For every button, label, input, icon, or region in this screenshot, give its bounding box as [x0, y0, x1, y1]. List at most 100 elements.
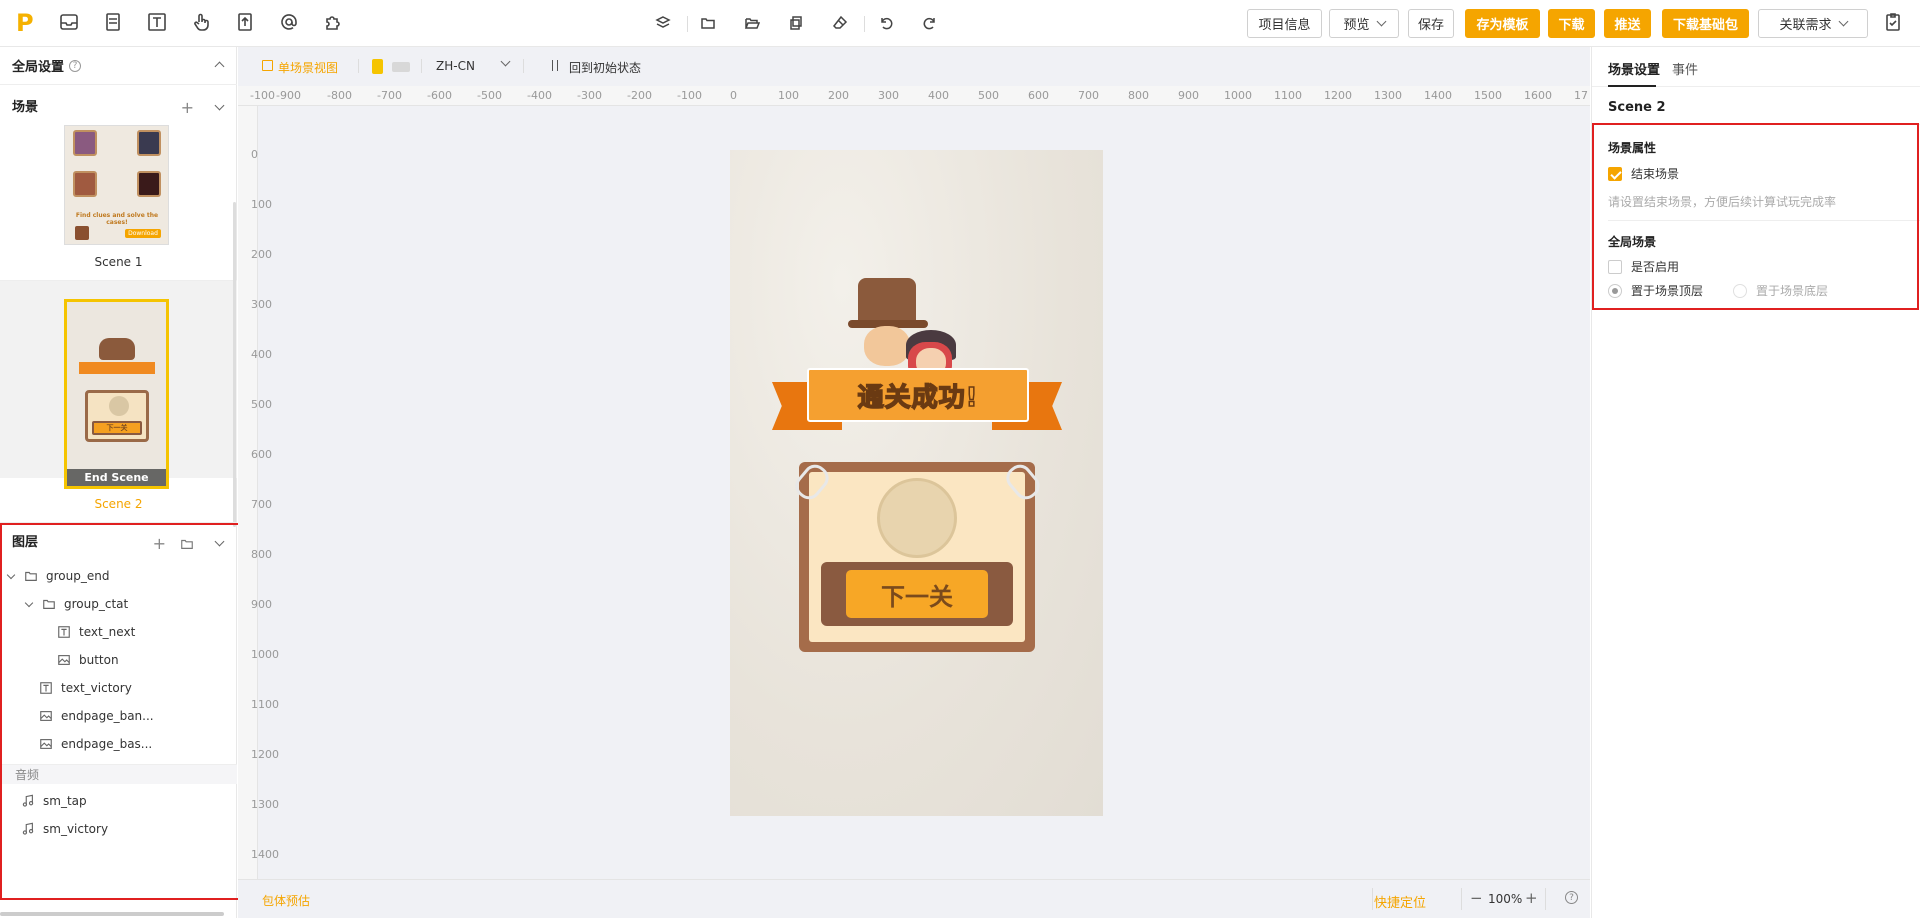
push-button[interactable]: 推送: [1604, 9, 1651, 38]
ruler-tick: -500: [477, 89, 502, 102]
color-swatch-yellow[interactable]: [372, 59, 383, 74]
divider: [1545, 888, 1546, 910]
left-panel: 全局设置 ? 场景 + Find clues and solve the cas…: [0, 47, 241, 918]
scenes-scrollbar[interactable]: [233, 202, 236, 527]
upload-file-icon[interactable]: [235, 12, 257, 34]
copy-icon[interactable]: [788, 15, 804, 31]
ruler-tick: 1200: [251, 748, 279, 761]
chevron-down-icon[interactable]: [500, 56, 511, 67]
character-card-image: [137, 130, 161, 156]
reset-state-button[interactable]: 回到初始状态: [569, 59, 641, 76]
boy-hat: [858, 278, 916, 326]
card-inner: 下一关: [809, 472, 1025, 642]
active-tab-underline: [1608, 85, 1656, 87]
eraser-icon[interactable]: [832, 15, 848, 31]
ruler-tick: -600: [427, 89, 452, 102]
project-info-button[interactable]: 项目信息: [1247, 9, 1322, 38]
ruler-tick: 1300: [1374, 89, 1402, 102]
chevron-up-icon[interactable]: [214, 61, 225, 72]
ruler-tick: 300: [878, 89, 899, 102]
ruler-tick: 500: [978, 89, 999, 102]
thumb-caption: Find clues and solve the cases!: [75, 212, 159, 226]
ruler-tick: 1600: [1524, 89, 1552, 102]
ruler-tick: 600: [1028, 89, 1049, 102]
add-scene-icon[interactable]: +: [181, 98, 194, 117]
touch-icon[interactable]: [191, 12, 213, 34]
divider: [1372, 888, 1373, 910]
ruler-tick: 100: [251, 198, 272, 211]
ruler-tick: 800: [251, 548, 272, 561]
characters-image: [99, 338, 135, 360]
layers-icon[interactable]: [655, 15, 671, 31]
ruler-tick: -300: [577, 89, 602, 102]
victory-banner: [79, 362, 155, 374]
download-button[interactable]: 下载: [1548, 9, 1595, 38]
scene1-label[interactable]: Scene 1: [0, 255, 237, 269]
ruler-tick: 200: [828, 89, 849, 102]
folder-icon[interactable]: [700, 15, 716, 31]
ruler-tick: 1000: [251, 648, 279, 661]
layout-icon[interactable]: [103, 12, 125, 34]
divider: [1461, 888, 1462, 910]
help-icon[interactable]: ?: [1565, 891, 1578, 904]
ruler-tick: 1000: [1224, 89, 1252, 102]
save-button[interactable]: 保存: [1408, 9, 1454, 38]
checklist-icon[interactable]: [1883, 12, 1905, 34]
quick-locate-button[interactable]: 快捷定位: [1374, 892, 1426, 911]
victory-banner: 通关成功!: [807, 368, 1029, 422]
text-tool-icon[interactable]: [147, 12, 169, 34]
ruler-tick: 1100: [1274, 89, 1302, 102]
tab-scene-settings[interactable]: 场景设置: [1608, 59, 1660, 78]
ruler-tick: -800: [327, 89, 352, 102]
ruler-tick: 1400: [1424, 89, 1452, 102]
tab-events[interactable]: 事件: [1672, 59, 1698, 78]
zoom-out-button[interactable]: −: [1470, 889, 1483, 907]
at-icon[interactable]: [279, 12, 301, 34]
scene2-label[interactable]: Scene 2: [0, 497, 237, 511]
save-template-button[interactable]: 存为模板: [1465, 9, 1540, 38]
ruler-tick: 1300: [251, 798, 279, 811]
next-button-frame: 下一关: [821, 562, 1013, 626]
ruler-tick: -200: [627, 89, 652, 102]
folder-open-icon[interactable]: [744, 15, 761, 31]
single-scene-view-tab[interactable]: 单场景视图: [278, 59, 338, 76]
next-level-button[interactable]: 下一关: [846, 570, 988, 618]
canvas-bottom-bar: 包体预估 快捷定位 − 100% + ?: [238, 879, 1590, 918]
zoom-in-button[interactable]: +: [1525, 889, 1538, 907]
next-level-text: 下一关: [881, 582, 953, 611]
ruler-tick: 700: [1078, 89, 1099, 102]
divider: [421, 59, 422, 73]
global-settings-header[interactable]: 全局设置 ?: [0, 47, 237, 85]
undo-icon[interactable]: [878, 15, 894, 31]
ruler-tick: -400: [527, 89, 552, 102]
thumb-next-button: 下一关: [94, 423, 140, 433]
language-select[interactable]: ZH-CN: [436, 59, 475, 73]
character-card-image: [73, 130, 97, 156]
scenes-header: 场景 +: [0, 86, 237, 124]
top-toolbar: P 项目信息 预览 保存 存为模板 下载 推送 下载基础包 关联需求: [0, 0, 1920, 47]
color-swatch-gray[interactable]: [392, 62, 410, 72]
canvas-toolbar: 单场景视图 ZH-CN 回到初始状态: [238, 47, 1590, 86]
ruler-tick: 200: [251, 248, 272, 261]
download-base-button[interactable]: 下载基础包: [1662, 9, 1749, 38]
horizontal-scrollbar[interactable]: [0, 912, 224, 916]
chevron-down-icon[interactable]: [214, 100, 225, 111]
thumb-next-frame: 下一关: [92, 421, 142, 435]
single-scene-icon: [262, 60, 273, 71]
package-size-estimate[interactable]: 包体预估: [262, 892, 310, 909]
pause-icon[interactable]: [552, 60, 558, 71]
inbox-icon[interactable]: [59, 12, 81, 34]
character-card-image: [137, 171, 161, 197]
plugin-icon[interactable]: [323, 12, 345, 34]
link-requirement-dropdown[interactable]: 关联需求: [1758, 9, 1868, 38]
help-circle-icon[interactable]: ?: [69, 59, 82, 72]
ruler-tick: -700: [377, 89, 402, 102]
ruler-tick: 300: [251, 298, 272, 311]
app-logo: P: [16, 9, 34, 37]
redo-icon[interactable]: [922, 15, 938, 31]
scene1-thumbnail[interactable]: Find clues and solve the cases! Download: [64, 125, 169, 245]
ruler-tick: 17: [1574, 89, 1588, 102]
scene2-thumbnail[interactable]: 下一关 End Scene: [64, 299, 169, 489]
thumb-download-button: Download: [125, 229, 161, 238]
preview-dropdown[interactable]: 预览: [1329, 9, 1399, 38]
